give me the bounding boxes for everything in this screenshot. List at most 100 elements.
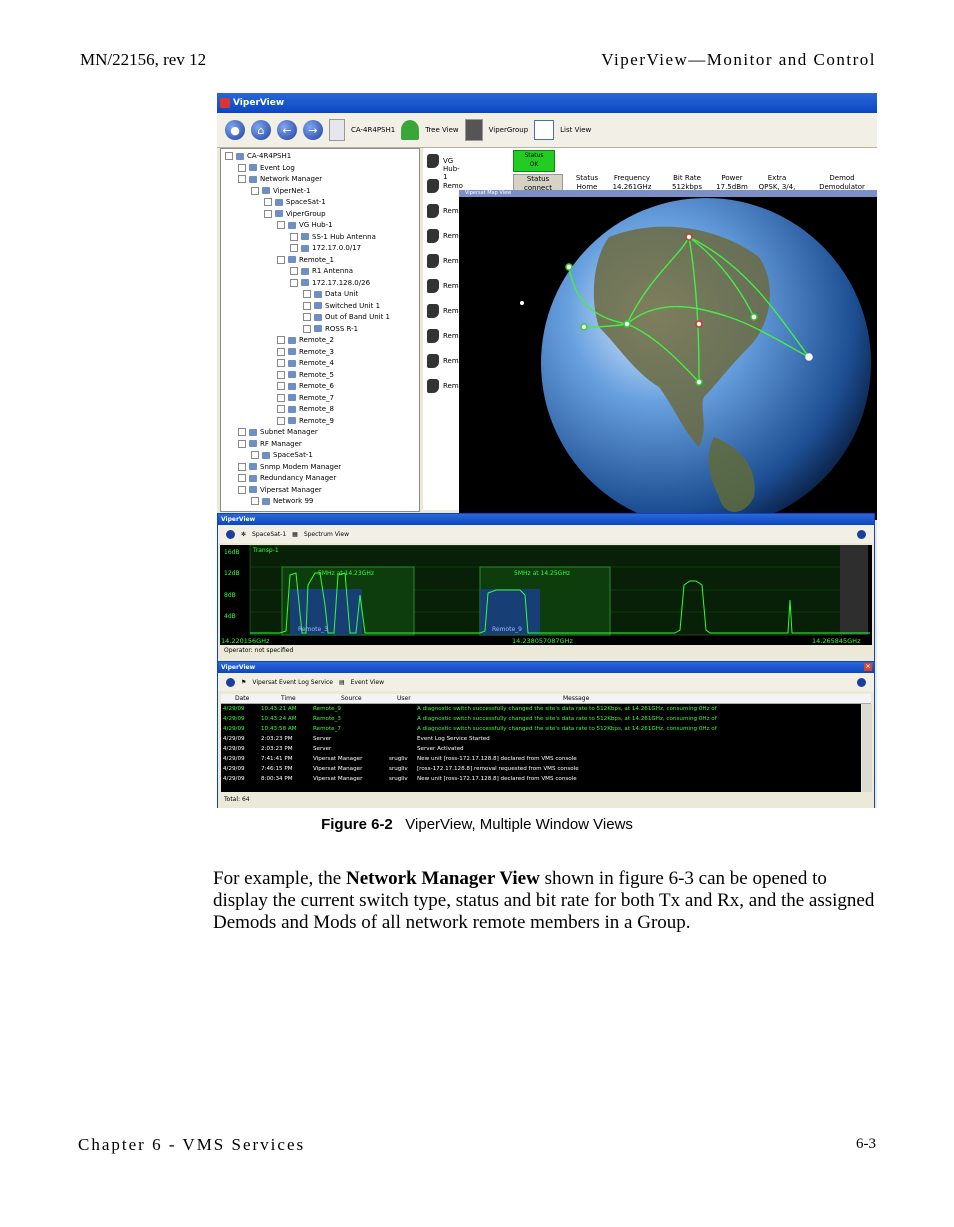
- expand-toggle[interactable]: [264, 198, 272, 206]
- expand-toggle[interactable]: [251, 451, 259, 459]
- tree-node[interactable]: ViperNet-1: [251, 186, 310, 196]
- expand-toggle[interactable]: [251, 186, 259, 195]
- expand-toggle[interactable]: [225, 152, 233, 160]
- tree-view-button[interactable]: Tree View: [425, 126, 458, 134]
- col-date[interactable]: Date: [235, 695, 249, 702]
- log-row[interactable]: 4/29/09 2:03:23 PM Server Event Log Service…: [221, 734, 861, 744]
- expand-toggle[interactable]: [303, 301, 311, 310]
- list-view-button[interactable]: List View: [560, 126, 591, 134]
- log-scrollbar[interactable]: [862, 704, 872, 792]
- tree-node[interactable]: Remote_9: [277, 416, 334, 426]
- log-row[interactable]: 4/29/09 10:43:58 AM Remote_7 A diagnostic s…: [221, 724, 861, 734]
- expand-toggle[interactable]: [277, 382, 285, 390]
- expand-toggle[interactable]: [303, 313, 311, 321]
- remote-list-item[interactable]: Rem: [425, 252, 463, 272]
- tree-node[interactable]: Remote_3: [277, 347, 334, 357]
- expand-toggle[interactable]: [290, 244, 298, 252]
- remote-list-item[interactable]: Rem: [425, 202, 463, 222]
- tree-node[interactable]: Network 99: [251, 496, 313, 506]
- col-time[interactable]: Time: [281, 695, 296, 702]
- expand-toggle[interactable]: [277, 336, 285, 344]
- expand-toggle[interactable]: [251, 497, 259, 505]
- hub-marker[interactable]: [685, 233, 693, 241]
- expand-toggle[interactable]: [290, 232, 298, 241]
- site-marker[interactable]: [750, 313, 758, 321]
- remote-list-item[interactable]: Remote_1: [425, 177, 478, 197]
- log-row[interactable]: 4/29/09 10:43:21 AM Remote_9 A diagnostic s…: [221, 704, 861, 714]
- tree-node[interactable]: Event Log: [238, 163, 295, 173]
- tree-node[interactable]: ROSS R-1: [303, 324, 358, 334]
- close-icon[interactable]: ×: [864, 663, 872, 671]
- expand-toggle[interactable]: [277, 347, 285, 356]
- tree-node[interactable]: Remote_5: [277, 370, 334, 380]
- expand-toggle[interactable]: [264, 209, 272, 218]
- tree-node[interactable]: Redundancy Manager: [238, 473, 336, 483]
- expand-toggle[interactable]: [238, 485, 246, 494]
- tree-node[interactable]: Network Manager: [238, 174, 322, 184]
- tree-node[interactable]: SS-1 Hub Antenna: [290, 232, 376, 242]
- remote-list-item[interactable]: Rem: [425, 352, 463, 372]
- site-marker[interactable]: [580, 323, 588, 331]
- expand-toggle[interactable]: [277, 370, 285, 379]
- tree-node[interactable]: ViperGroup: [264, 209, 326, 219]
- log-row[interactable]: 4/29/09 7:46:15 PM Vipersat Manager srugliv…: [221, 764, 861, 774]
- event-log-service-button[interactable]: Vipersat Event Log Service: [252, 679, 333, 686]
- log-row[interactable]: 4/29/09 10:43:24 AM Remote_3 A diagnostic s…: [221, 714, 861, 724]
- tree-node[interactable]: CA-4R4PSH1: [225, 151, 291, 161]
- tree-node[interactable]: Subnet Manager: [238, 427, 318, 437]
- expand-toggle[interactable]: [238, 163, 246, 172]
- remote-list-item[interactable]: Rem: [425, 277, 463, 297]
- expand-toggle[interactable]: [277, 416, 285, 425]
- expand-toggle[interactable]: [303, 324, 311, 333]
- globe-icon[interactable]: [226, 677, 235, 687]
- remote-list-item[interactable]: Rem: [425, 302, 463, 322]
- tree-node[interactable]: RF Manager: [238, 439, 302, 449]
- expand-toggle[interactable]: [290, 278, 298, 287]
- spacesat-button[interactable]: SpaceSat-1: [252, 531, 286, 538]
- event-view-button[interactable]: Event View: [351, 679, 384, 686]
- tree-node[interactable]: SpaceSat-1: [251, 450, 313, 460]
- globe-icon[interactable]: ●: [225, 120, 245, 140]
- computer-icon[interactable]: [329, 119, 345, 141]
- log-row[interactable]: 4/29/09 7:41:41 PM Vipersat Manager srugliv…: [221, 754, 861, 764]
- tree-node[interactable]: VG Hub-1: [277, 220, 333, 230]
- tree-node[interactable]: Switched Unit 1: [303, 301, 380, 311]
- list-view-icon[interactable]: [534, 120, 555, 140]
- tree-node[interactable]: Remote_1: [277, 255, 334, 265]
- tree-node[interactable]: Out of Band Unit 1: [303, 312, 390, 322]
- site-marker[interactable]: [565, 263, 573, 271]
- tree-node[interactable]: Remote_8: [277, 404, 334, 414]
- col-source[interactable]: Source: [341, 695, 362, 702]
- tree-view-icon[interactable]: [401, 120, 420, 140]
- expand-toggle[interactable]: [277, 255, 285, 264]
- home-icon[interactable]: ⌂: [251, 120, 271, 140]
- expand-toggle[interactable]: [277, 405, 285, 413]
- log-row[interactable]: 4/29/09 2:03:23 PM Server Server Activated: [221, 744, 861, 754]
- log-row[interactable]: 4/29/09 8:00:34 PM Vipersat Manager srugliv…: [221, 774, 861, 784]
- site-marker[interactable]: [520, 301, 524, 305]
- expand-toggle[interactable]: [277, 393, 285, 402]
- expand-toggle[interactable]: [290, 267, 298, 275]
- site-marker[interactable]: [623, 320, 631, 328]
- expand-toggle[interactable]: [277, 221, 285, 229]
- site-marker[interactable]: [695, 320, 703, 328]
- expand-toggle[interactable]: [238, 439, 246, 448]
- vipergroup-icon[interactable]: [464, 119, 483, 141]
- remote-list-item[interactable]: Rem: [425, 227, 463, 247]
- tree-node[interactable]: Remote_7: [277, 393, 334, 403]
- tree-node[interactable]: Remote_6: [277, 381, 334, 391]
- help-icon[interactable]: [857, 529, 866, 539]
- expand-toggle[interactable]: [277, 359, 285, 367]
- expand-toggle[interactable]: [238, 474, 246, 482]
- expand-toggle[interactable]: [303, 290, 311, 298]
- tree-node[interactable]: 172.17.0.0/17: [290, 243, 361, 253]
- expand-toggle[interactable]: [238, 428, 246, 436]
- tree-node[interactable]: Data Unit: [303, 289, 358, 299]
- tree-node[interactable]: Snmp Modem Manager: [238, 462, 341, 472]
- site-marker[interactable]: [805, 353, 813, 361]
- globe-icon[interactable]: [226, 529, 235, 539]
- tree-node[interactable]: Remote_4: [277, 358, 334, 368]
- tree-node[interactable]: Vipersat Manager: [238, 485, 322, 495]
- expand-toggle[interactable]: [238, 462, 246, 471]
- remote-list-item[interactable]: Rem: [425, 377, 463, 397]
